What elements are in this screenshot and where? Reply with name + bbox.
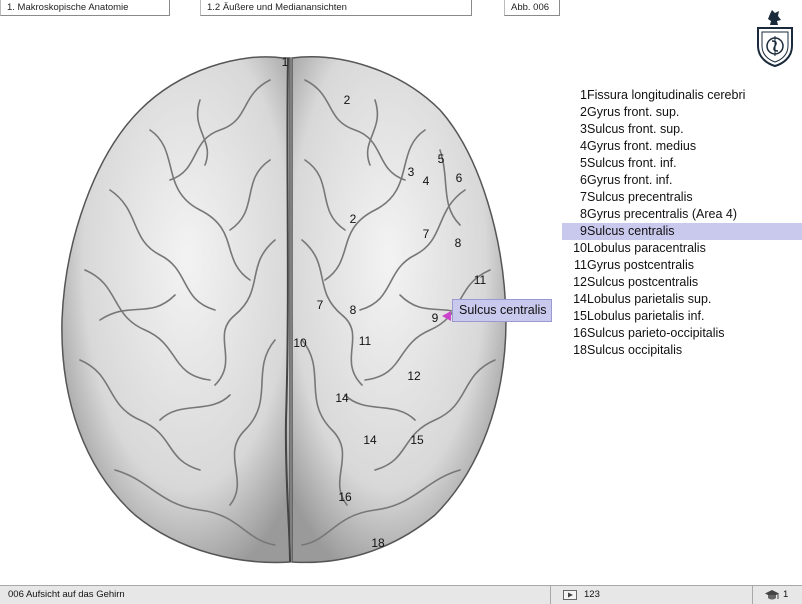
tab-figure[interactable]: Abb. 006 bbox=[504, 0, 560, 16]
legend-text: Gyrus front. medius bbox=[587, 139, 697, 153]
legend-text: Sulcus precentralis bbox=[587, 190, 693, 204]
legend-text: Sulcus postcentralis bbox=[587, 275, 699, 289]
page-number: 123 bbox=[584, 589, 600, 600]
mortarboard-icon[interactable] bbox=[764, 589, 780, 601]
legend-item[interactable]: 12 Sulcus postcentralis bbox=[562, 274, 802, 291]
legend-text: Sulcus centralis bbox=[587, 224, 675, 238]
legend-item[interactable]: 8 Gyrus precentralis (Area 4) bbox=[562, 206, 802, 223]
brain-label: 10 bbox=[293, 336, 307, 350]
legend-item[interactable]: 14 Lobulus parietalis sup. bbox=[562, 291, 802, 308]
figure-caption: 006 Aufsicht auf das Gehirn bbox=[8, 589, 125, 600]
legend-num: 10 bbox=[573, 241, 587, 255]
legend-text: Lobulus parietalis sup. bbox=[587, 292, 712, 306]
tab-section[interactable]: 1.2 Äußere und Medianansichten bbox=[200, 0, 472, 16]
status-bar: 006 Aufsicht auf das Gehirn 123 1 bbox=[0, 585, 802, 604]
legend-item[interactable]: 4 Gyrus front. medius bbox=[562, 138, 802, 155]
legend-item[interactable]: 11 Gyrus postcentralis bbox=[562, 257, 802, 274]
tab-chapter-label: 1. Makroskopische Anatomie bbox=[7, 2, 129, 13]
legend-item-selected[interactable]: 9 Sulcus centralis bbox=[562, 223, 802, 240]
legend-text: Sulcus occipitalis bbox=[587, 343, 683, 357]
legend-num: 14 bbox=[573, 292, 587, 306]
legend-num: 6 bbox=[580, 173, 587, 187]
legend-text: Lobulus parietalis inf. bbox=[587, 309, 705, 323]
legend-item[interactable]: 15 Lobulus parietalis inf. bbox=[562, 308, 802, 325]
brain-label: 5 bbox=[437, 152, 445, 166]
legend-item[interactable]: 1 Fissura longitudinalis cerebri bbox=[562, 87, 802, 104]
legend-text: Gyrus postcentralis bbox=[587, 258, 694, 272]
divider bbox=[752, 586, 753, 604]
volume-number: 1 bbox=[783, 589, 789, 600]
legend-num: 9 bbox=[580, 224, 587, 238]
brain-label: 12 bbox=[407, 369, 421, 383]
brain-label: 11 bbox=[358, 334, 372, 348]
divider bbox=[550, 586, 551, 604]
legend-num: 1 bbox=[580, 88, 587, 102]
legend-text: Sulcus front. inf. bbox=[587, 156, 677, 170]
brain-label: 15 bbox=[410, 433, 424, 447]
legend-text: Sulcus front. sup. bbox=[587, 122, 684, 136]
brain-label: 4 bbox=[422, 174, 430, 188]
legend-item[interactable]: 16 Sulcus parieto-occipitalis bbox=[562, 325, 802, 342]
legend-num: 12 bbox=[573, 275, 587, 289]
legend-text: Fissura longitudinalis cerebri bbox=[587, 88, 746, 102]
legend-text: Sulcus parieto-occipitalis bbox=[587, 326, 725, 340]
tab-section-label: 1.2 Äußere und Medianansichten bbox=[207, 2, 347, 13]
left-hemisphere bbox=[61, 56, 291, 564]
legend-list: 1 Fissura longitudinalis cerebri 2 Gyrus f… bbox=[562, 87, 802, 359]
brain-label: 7 bbox=[316, 298, 324, 312]
legend-item[interactable]: 3 Sulcus front. sup. bbox=[562, 121, 802, 138]
legend-text: Lobulus paracentralis bbox=[587, 241, 706, 255]
legend-num: 2 bbox=[580, 105, 587, 119]
legend-text: Gyrus precentralis (Area 4) bbox=[587, 207, 738, 221]
sulcus-callout: Sulcus centralis bbox=[452, 299, 552, 322]
legend-num: 3 bbox=[580, 122, 587, 136]
tab-chapter[interactable]: 1. Makroskopische Anatomie bbox=[0, 0, 170, 16]
legend-num: 5 bbox=[580, 156, 587, 170]
brain-label: 16 bbox=[338, 490, 352, 504]
brain-label: 8 bbox=[454, 236, 462, 250]
legend-item[interactable]: 2 Gyrus front. sup. bbox=[562, 104, 802, 121]
legend-num: 18 bbox=[573, 343, 587, 357]
brain-label: 14 bbox=[363, 433, 377, 447]
legend-item[interactable]: 18 Sulcus occipitalis bbox=[562, 342, 802, 359]
legend-item[interactable]: 6 Gyrus front. inf. bbox=[562, 172, 802, 189]
brain-label: 11 bbox=[473, 273, 487, 287]
brain-label: 9 bbox=[431, 311, 439, 325]
legend-num: 8 bbox=[580, 207, 587, 221]
tab-figure-label: Abb. 006 bbox=[511, 2, 550, 13]
brain-label: 8 bbox=[349, 303, 357, 317]
legend-item[interactable]: 5 Sulcus front. inf. bbox=[562, 155, 802, 172]
brain-label: 6 bbox=[455, 171, 463, 185]
legend-item[interactable]: 10 Lobulus paracentralis bbox=[562, 240, 802, 257]
legend-num: 16 bbox=[573, 326, 587, 340]
brain-label: 2 bbox=[343, 93, 351, 107]
page-icon[interactable] bbox=[563, 590, 577, 600]
legend-num: 4 bbox=[580, 139, 587, 153]
legend-num: 15 bbox=[573, 309, 587, 323]
brain-label: 3 bbox=[407, 165, 415, 179]
legend-text: Gyrus front. inf. bbox=[587, 173, 673, 187]
legend-item[interactable]: 7 Sulcus precentralis bbox=[562, 189, 802, 206]
brain-label: 7 bbox=[422, 227, 430, 241]
legend-num: 7 bbox=[580, 190, 587, 204]
brain-label: 1 bbox=[281, 55, 289, 69]
brain-label: 18 bbox=[371, 536, 385, 550]
legend-num: 11 bbox=[574, 258, 587, 272]
callout-label: Sulcus centralis bbox=[459, 303, 547, 317]
brain-label: 2 bbox=[349, 212, 357, 226]
callout-pointer bbox=[442, 311, 451, 321]
knight-shield-logo bbox=[757, 10, 793, 68]
legend-text: Gyrus front. sup. bbox=[587, 105, 680, 119]
brain-label: 14 bbox=[335, 391, 349, 405]
